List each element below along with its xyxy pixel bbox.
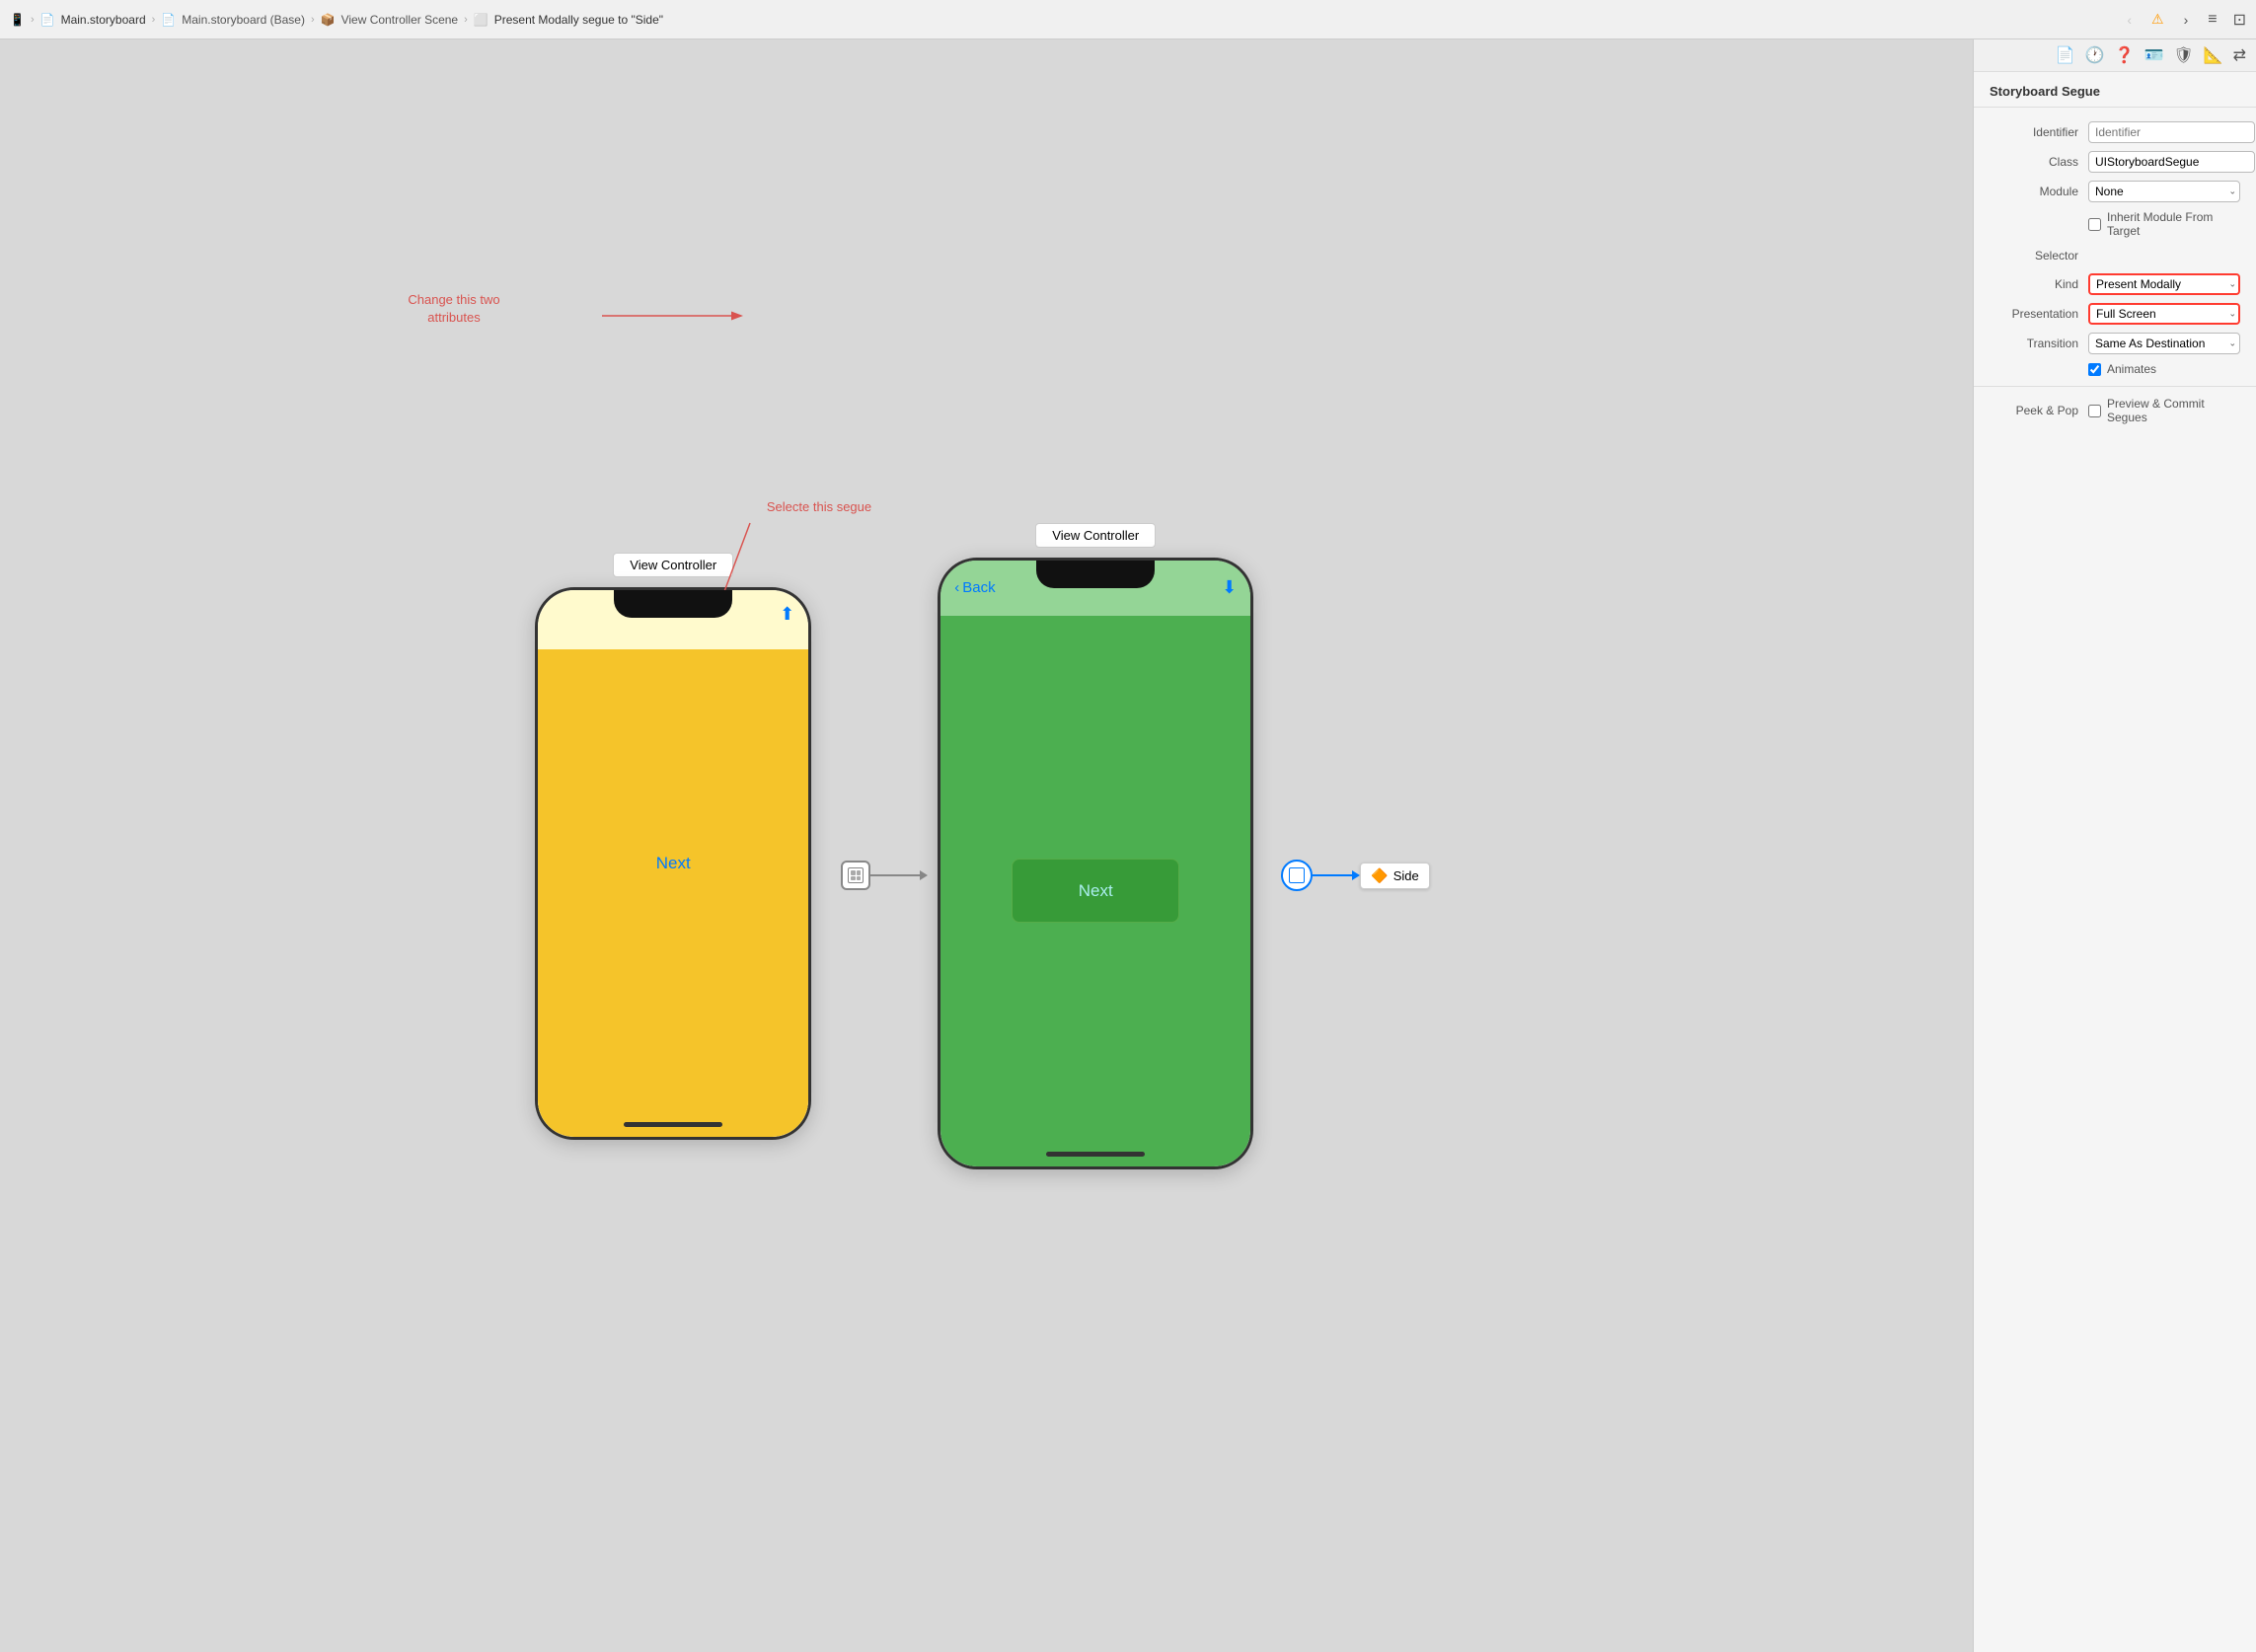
fullscreen-icon[interactable]: ⊡ xyxy=(2233,10,2246,30)
phone-notch-left xyxy=(614,590,732,618)
canvas-area[interactable]: View Controller ⬆ Next xyxy=(0,39,1973,1652)
peek-pop-label: Peek & Pop xyxy=(1990,404,2078,417)
chevron-left-icon: ‹ xyxy=(954,579,959,596)
panel-icon-file[interactable]: 📄 xyxy=(2056,45,2075,65)
side-label: Side xyxy=(1393,868,1419,883)
phone-mock-right: ‹ Back ⬇ Next xyxy=(938,558,1253,1169)
panel-icon-ruler[interactable]: 📐 xyxy=(2204,45,2223,65)
breadcrumb-icon-1: 📄 xyxy=(40,13,55,27)
class-row: Class ↺ › xyxy=(1974,147,2256,177)
back-button-right[interactable]: ‹ Back xyxy=(954,579,995,596)
class-input[interactable] xyxy=(2088,151,2255,173)
breadcrumb-sep-0: › xyxy=(31,14,35,26)
panel-icon-identity[interactable]: 🪪 xyxy=(2143,45,2163,65)
panel-icon-arrows[interactable]: ⇄ xyxy=(2233,45,2246,65)
breadcrumb-item-0[interactable]: Main.storyboard xyxy=(61,13,146,27)
panel-divider xyxy=(1974,386,2256,387)
presentation-select[interactable]: Full Screen Automatic Current Context Cu… xyxy=(2088,303,2240,325)
breadcrumb-icon-3: 📦 xyxy=(321,13,336,27)
side-icon: 🔶 xyxy=(1371,867,1388,884)
transition-select-wrap: Same As Destination Cover Vertical Flip … xyxy=(2088,333,2240,354)
right-panel: 📄 🕐 ❓ 🪪 🛡 📐 ⇄ Storyboard Segue Identifie… xyxy=(1973,39,2256,1652)
kind-label: Kind xyxy=(1990,277,2078,291)
transition-row: Transition Same As Destination Cover Ver… xyxy=(1974,329,2256,358)
home-bar-left xyxy=(624,1122,722,1127)
module-row: Module None ⌄ xyxy=(1974,177,2256,206)
panel-icon-question[interactable]: ❓ xyxy=(2115,45,2135,65)
inherit-module-row: Inherit Module From Target xyxy=(1974,206,2256,242)
breadcrumb-item-1[interactable]: Main.storyboard (Base) xyxy=(182,13,305,27)
module-label: Module xyxy=(1990,185,2078,198)
segue-arrow-gray xyxy=(870,870,928,880)
identifier-row: Identifier xyxy=(1974,117,2256,147)
top-bar: 📱 › 📄 Main.storyboard › 📄 Main.storyboar… xyxy=(0,0,2256,39)
breadcrumb-sep-3: › xyxy=(464,14,468,26)
preview-commit-checkbox[interactable] xyxy=(2088,405,2101,417)
animates-text: Animates xyxy=(2107,362,2156,376)
toolbar-icons: ‹ ⚠ › ≡ ⊡ xyxy=(2123,10,2246,30)
phone-left: ⬆ Next xyxy=(535,587,811,1140)
transition-label: Transition xyxy=(1990,337,2078,350)
class-label: Class xyxy=(1990,155,2078,169)
presentation-row: Presentation Full Screen Automatic Curre… xyxy=(1974,299,2256,329)
inherit-module-text: Inherit Module From Target xyxy=(2107,210,2240,238)
back-label: Back xyxy=(962,579,995,596)
breadcrumb-icon-0: 📱 xyxy=(10,13,25,27)
home-bar-right xyxy=(1046,1152,1145,1157)
preview-commit-text: Preview & Commit Segues xyxy=(2107,397,2240,424)
module-select-wrap: None ⌄ xyxy=(2088,181,2240,202)
panel-body: Identifier Class ↺ › Module xyxy=(1974,108,2256,1652)
breadcrumb-item-3[interactable]: Present Modally segue to "Side" xyxy=(494,13,663,27)
phone-right: ‹ Back ⬇ Next xyxy=(938,558,1253,1169)
vc-left-label: View Controller xyxy=(613,553,733,577)
phone-mock-left: ⬆ Next xyxy=(535,587,811,1140)
vc-right-label: View Controller xyxy=(1035,523,1156,548)
module-select[interactable]: None xyxy=(2088,181,2240,202)
inherit-module-label[interactable]: Inherit Module From Target xyxy=(2088,210,2240,238)
breadcrumb-sep-2: › xyxy=(311,14,315,26)
phone-notch-right xyxy=(1036,561,1155,588)
peek-row: Peek & Pop Preview & Commit Segues xyxy=(1974,393,2256,428)
animates-label[interactable]: Animates xyxy=(2088,362,2240,376)
panel-title: Storyboard Segue xyxy=(1974,72,2256,108)
breadcrumb-item-2[interactable]: View Controller Scene xyxy=(341,13,459,27)
next-btn-right[interactable]: Next xyxy=(1012,859,1179,923)
list-icon[interactable]: ≡ xyxy=(2208,11,2217,29)
animates-checkbox[interactable] xyxy=(2088,363,2101,376)
nav-back-button[interactable]: ‹ xyxy=(2123,10,2136,30)
main-area: View Controller ⬆ Next xyxy=(0,39,2256,1652)
animates-row: Animates xyxy=(1974,358,2256,380)
panel-icon-clock[interactable]: 🕐 xyxy=(2085,45,2105,65)
kind-row: Kind Present Modally Show Show Detail Pr… xyxy=(1974,269,2256,299)
presentation-select-wrap: Full Screen Automatic Current Context Cu… xyxy=(2088,303,2240,325)
phones-row: View Controller ⬆ Next xyxy=(0,39,1973,1652)
preview-commit-label[interactable]: Preview & Commit Segues xyxy=(2088,397,2240,424)
kind-select-wrap: Present Modally Show Show Detail Present… xyxy=(2088,273,2240,295)
breadcrumb-sep-1: › xyxy=(152,14,156,26)
kind-select[interactable]: Present Modally Show Show Detail Present… xyxy=(2088,273,2240,295)
side-destination-node: 🔶 Side xyxy=(1360,863,1429,889)
selector-row: Selector xyxy=(1974,242,2256,269)
inherit-module-checkbox[interactable] xyxy=(2088,218,2101,231)
identifier-input[interactable] xyxy=(2088,121,2255,143)
identifier-label: Identifier xyxy=(1990,125,2078,139)
breadcrumb-icon-4: ⬜ xyxy=(474,13,489,27)
warning-icon: ⚠ xyxy=(2151,11,2164,28)
segue-node-right[interactable] xyxy=(1281,860,1313,891)
segue-node-left[interactable] xyxy=(841,861,870,890)
nav-forward-button[interactable]: › xyxy=(2180,10,2193,30)
download-icon: ⬇ xyxy=(1222,577,1237,598)
class-input-wrap: ↺ › xyxy=(2088,151,2256,173)
next-label-left: Next xyxy=(656,854,691,873)
share-icon: ⬆ xyxy=(780,604,794,625)
panel-icon-shield[interactable]: 🛡 xyxy=(2173,45,2193,65)
presentation-label: Presentation xyxy=(1990,307,2078,321)
breadcrumb-icon-2: 📄 xyxy=(161,13,176,27)
segue-arrow-blue xyxy=(1313,870,1360,880)
transition-select[interactable]: Same As Destination Cover Vertical Flip … xyxy=(2088,333,2240,354)
selector-label: Selector xyxy=(1990,249,2078,263)
